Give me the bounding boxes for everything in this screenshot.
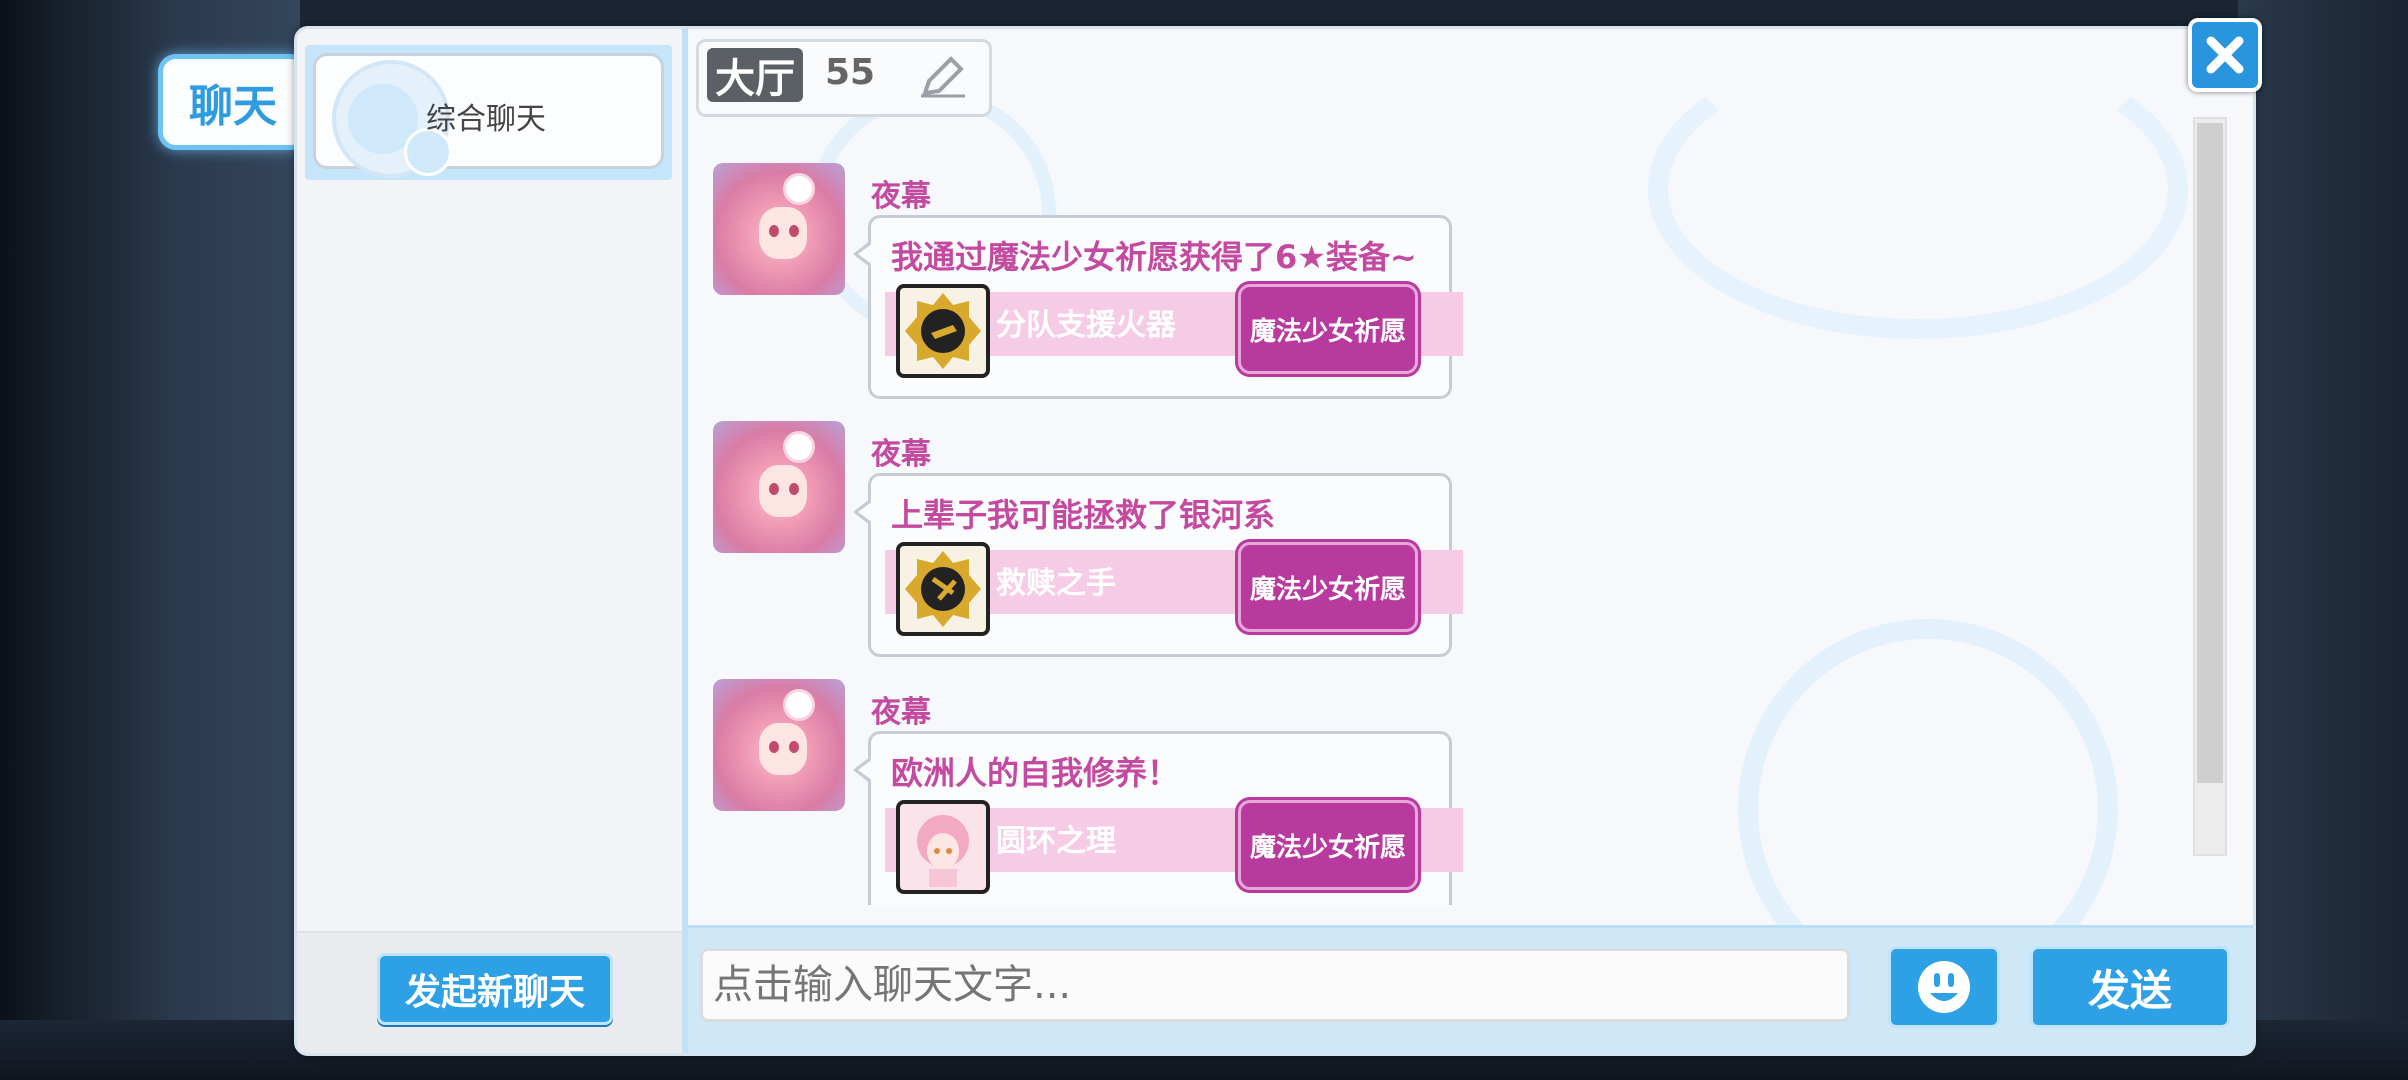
chat-main: 大厅 55 夜幕 我通过魔法少女祈愿获得了6★装备~ 分队支援火器 魔法少女祈愿… xyxy=(688,29,2253,1053)
chat-input[interactable] xyxy=(700,948,1850,1022)
message-nickname[interactable]: 夜幕 xyxy=(871,429,931,473)
message-bubble: 我通过魔法少女祈愿获得了6★装备~ 分队支援火器 魔法少女祈愿 xyxy=(853,215,1463,399)
scrollbar-thumb[interactable] xyxy=(2197,123,2223,783)
message-text: 欧洲人的自我修养！ xyxy=(891,754,1180,792)
message-bubble: 上辈子我可能拯救了银河系 救赎之手 魔法少女祈愿 xyxy=(853,473,1463,657)
magic-girl-pray-button[interactable]: 魔法少女祈愿 xyxy=(1238,800,1418,890)
user-avatar[interactable] xyxy=(713,421,845,553)
message-nickname[interactable]: 夜幕 xyxy=(871,171,931,215)
item-icon[interactable] xyxy=(896,542,990,636)
channel-card: 综合聊天 xyxy=(313,53,664,178)
message-item: 夜幕 上辈子我可能拯救了银河系 救赎之手 魔法少女祈愿 xyxy=(713,421,1473,671)
user-avatar[interactable] xyxy=(713,679,845,811)
sidebar: 综合聊天 发起新聊天 xyxy=(297,29,688,1053)
background-left xyxy=(0,0,300,1080)
close-button[interactable] xyxy=(2188,18,2262,92)
magic-girl-pray-button[interactable]: 魔法少女祈愿 xyxy=(1238,284,1418,374)
message-list[interactable]: 夜幕 我通过魔法少女祈愿获得了6★装备~ 分队支援火器 魔法少女祈愿 夜幕 上辈… xyxy=(688,115,2188,905)
message-scrollbar[interactable] xyxy=(2193,117,2227,856)
channel-label: 综合聊天 xyxy=(426,102,546,137)
channel-tab-hall[interactable]: 大厅 55 xyxy=(696,39,992,117)
item-name: 圆环之理 xyxy=(996,824,1116,859)
message-text: 我通过魔法少女祈愿获得了6★装备~ xyxy=(891,238,1417,276)
message-item: 夜幕 欧洲人的自我修养！ 圆环之理 魔法少女祈愿 xyxy=(713,679,1473,905)
emoji-button[interactable] xyxy=(1888,946,2000,1028)
message-item: 夜幕 我通过魔法少女祈愿获得了6★装备~ 分队支援火器 魔法少女祈愿 xyxy=(713,163,1473,413)
edit-icon[interactable] xyxy=(913,50,973,104)
item-icon[interactable] xyxy=(896,800,990,894)
emoji-icon xyxy=(1918,961,1970,1013)
item-name: 救赎之手 xyxy=(996,566,1116,601)
new-chat-button[interactable]: 发起新聊天 xyxy=(377,953,613,1025)
send-button[interactable]: 发送 xyxy=(2030,946,2230,1028)
chat-tab[interactable]: 聊天 xyxy=(158,54,308,150)
user-avatar[interactable] xyxy=(713,163,845,295)
input-bar: 发送 xyxy=(688,925,2253,1053)
hall-label: 大厅 xyxy=(707,48,803,102)
chat-window: 综合聊天 发起新聊天 大厅 55 夜幕 我通过魔法少女祈愿获得了6★装备~ 分队… xyxy=(294,26,2256,1056)
hall-online-count: 55 xyxy=(825,52,876,93)
magic-girl-pray-button[interactable]: 魔法少女祈愿 xyxy=(1238,542,1418,632)
background-right xyxy=(2238,0,2408,1080)
item-icon[interactable] xyxy=(896,284,990,378)
sidebar-footer: 发起新聊天 xyxy=(297,931,682,1053)
message-text: 上辈子我可能拯救了银河系 xyxy=(891,496,1276,534)
sidebar-item-general-chat[interactable]: 综合聊天 xyxy=(305,45,672,180)
item-name: 分队支援火器 xyxy=(996,308,1176,343)
message-bubble: 欧洲人的自我修养！ 圆环之理 魔法少女祈愿 xyxy=(853,731,1463,905)
close-icon xyxy=(2206,36,2244,74)
message-nickname[interactable]: 夜幕 xyxy=(871,687,931,731)
